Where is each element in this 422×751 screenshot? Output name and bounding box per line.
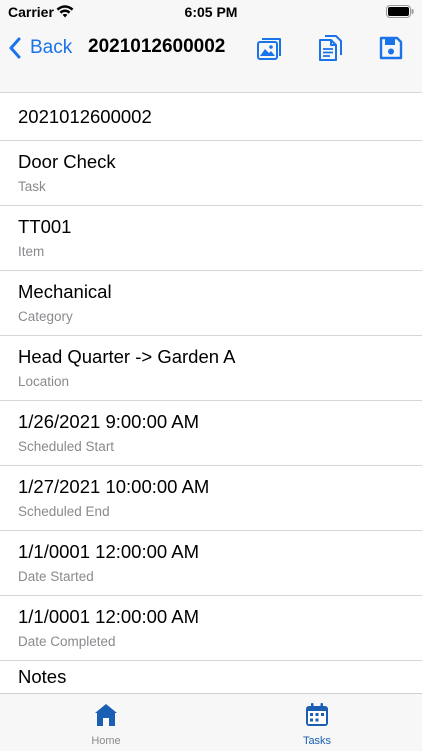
- tab-home-label: Home: [91, 735, 121, 747]
- category-row[interactable]: Mechanical Category: [0, 271, 422, 336]
- tab-tasks[interactable]: Tasks: [257, 694, 377, 751]
- notes-label: Notes: [18, 666, 67, 687]
- date-started-value: 1/1/0001 12:00:00 AM: [18, 541, 200, 562]
- item-label: Item: [18, 244, 45, 259]
- date-completed-row[interactable]: 1/1/0001 12:00:00 AM Date Completed: [0, 596, 422, 661]
- task-value: Door Check: [18, 151, 116, 172]
- page-title: 2021012600002: [88, 36, 226, 57]
- task-number-value: 2021012600002: [18, 106, 152, 127]
- status-bar: Carrier 6:05 PM: [0, 0, 422, 24]
- task-number-row[interactable]: 2021012600002: [0, 93, 422, 141]
- scheduled-start-row[interactable]: 1/26/2021 9:00:00 AM Scheduled Start: [0, 401, 422, 466]
- tab-tasks-label: Tasks: [302, 735, 332, 747]
- back-button[interactable]: Back: [8, 34, 72, 62]
- item-row[interactable]: TT001 Item: [0, 206, 422, 271]
- home-icon: [95, 704, 117, 726]
- date-completed-label: Date Completed: [18, 634, 116, 649]
- category-value: Mechanical: [18, 281, 112, 302]
- calendar-icon: [306, 703, 328, 726]
- tab-bar: Home Tasks: [0, 693, 422, 751]
- task-label: Task: [18, 179, 46, 194]
- clock-time: 6:05 PM: [184, 4, 238, 20]
- date-started-label: Date Started: [18, 569, 94, 584]
- scheduled-end-row[interactable]: 1/27/2021 10:00:00 AM Scheduled End: [0, 466, 422, 531]
- scheduled-start-label: Scheduled Start: [18, 439, 115, 454]
- save-icon: [379, 36, 403, 60]
- scheduled-start-value: 1/26/2021 9:00:00 AM: [18, 411, 200, 432]
- scheduled-end-label: Scheduled End: [18, 504, 110, 519]
- category-label: Category: [18, 309, 73, 324]
- task-row[interactable]: Door Check Task: [0, 141, 422, 206]
- document-icon: [319, 35, 342, 61]
- location-label: Location: [18, 374, 70, 389]
- item-value: TT001: [18, 216, 72, 237]
- tab-home[interactable]: Home: [46, 694, 166, 751]
- battery-icon: [386, 5, 414, 18]
- location-row[interactable]: Head Quarter -> Garden A Location: [0, 336, 422, 401]
- task-detail-list: 2021012600002 Door Check Task TT001 Item…: [0, 93, 422, 701]
- save-button[interactable]: [377, 34, 405, 62]
- date-started-row[interactable]: 1/1/0001 12:00:00 AM Date Started: [0, 531, 422, 596]
- back-label: Back: [30, 37, 73, 58]
- photo-gallery-button[interactable]: [256, 34, 284, 62]
- photo-gallery-icon: [257, 38, 281, 60]
- header-spacer: [0, 72, 422, 92]
- scheduled-end-value: 1/27/2021 10:00:00 AM: [18, 476, 210, 497]
- chevron-left-icon: [9, 37, 21, 59]
- document-button[interactable]: [316, 34, 344, 62]
- date-completed-value: 1/1/0001 12:00:00 AM: [18, 606, 200, 627]
- navigation-bar: Back 2021012600002: [0, 24, 422, 72]
- location-value: Head Quarter -> Garden A: [18, 346, 236, 367]
